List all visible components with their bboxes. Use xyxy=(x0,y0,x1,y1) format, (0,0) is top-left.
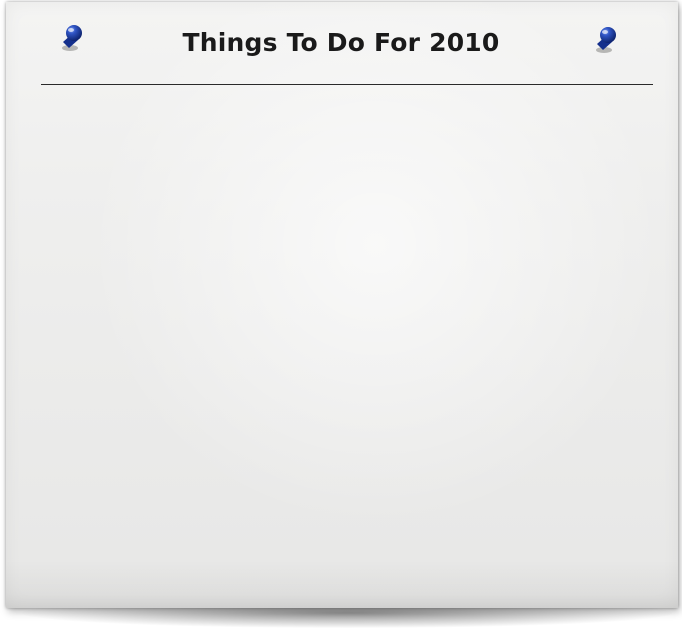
pushpin-icon xyxy=(596,27,616,53)
sticky-note-paper xyxy=(6,2,678,608)
pushpin-icon xyxy=(62,25,82,51)
title-divider xyxy=(41,84,653,85)
note-canvas: Things To Do For 2010 xyxy=(0,0,682,639)
note-title: Things To Do For 2010 xyxy=(182,28,500,57)
